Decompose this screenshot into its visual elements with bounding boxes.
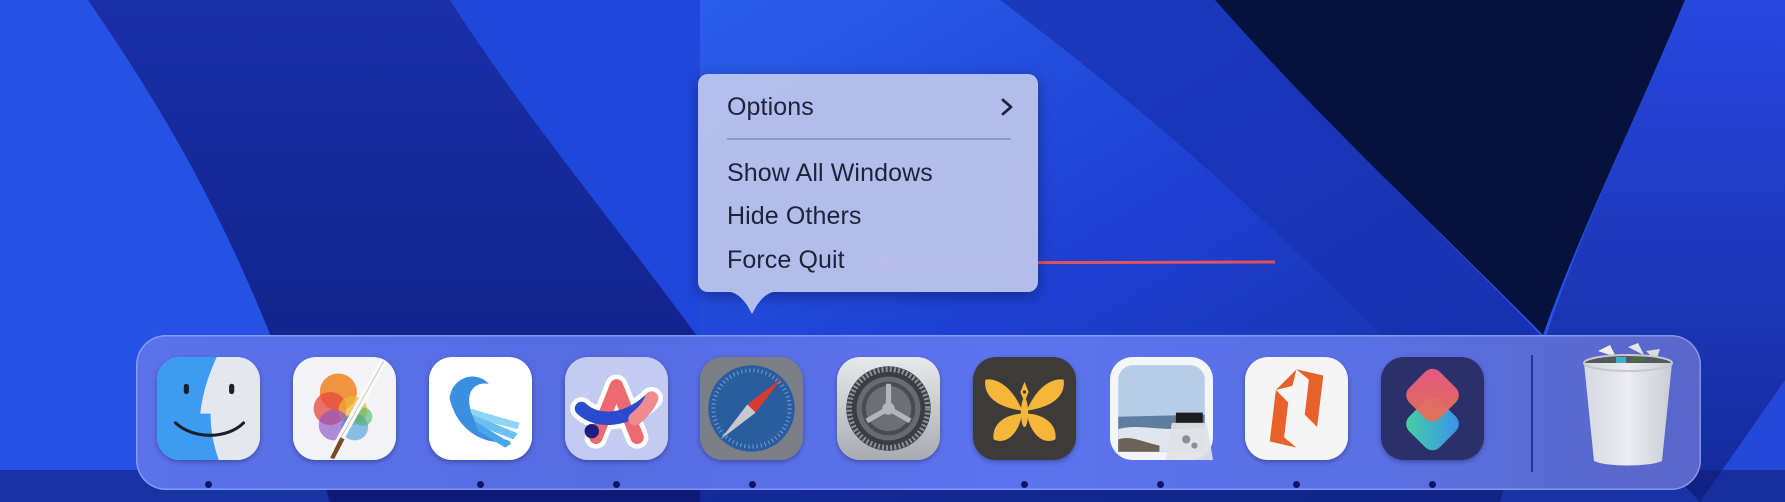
dock-app-safari[interactable]	[700, 357, 803, 460]
safari-icon	[700, 357, 803, 460]
dock-app-preview[interactable]	[1110, 357, 1213, 460]
dock-app-pixelmator-pro[interactable]	[293, 357, 396, 460]
running-indicator	[205, 481, 212, 488]
preview-icon	[1110, 357, 1213, 460]
trash-full-icon	[1583, 343, 1673, 466]
shortcuts-icon	[1381, 357, 1484, 460]
pixelmator-pro-icon	[293, 357, 396, 460]
dock-context-menu: Options Show All Windows Hide Others For…	[698, 74, 1038, 292]
dock-app-system-settings[interactable]	[837, 357, 940, 460]
menu-item-label: Hide Others	[727, 201, 862, 230]
running-indicator	[1293, 481, 1300, 488]
nitro-pdf-icon	[1245, 357, 1348, 460]
running-indicator	[613, 481, 620, 488]
running-indicator	[477, 481, 484, 488]
menu-item-label: Force Quit	[727, 245, 845, 274]
running-indicator	[1157, 481, 1164, 488]
dock-app-nitro-pdf[interactable]	[1245, 357, 1348, 460]
menu-item-show-all-windows[interactable]: Show All Windows	[727, 154, 1018, 192]
dock-app-arc[interactable]	[565, 357, 668, 460]
menu-separator	[727, 138, 1011, 140]
system-settings-icon	[837, 357, 940, 460]
ulysses-icon	[973, 357, 1076, 460]
menu-item-options[interactable]: Options	[727, 88, 1018, 126]
menu-item-label: Options	[727, 92, 814, 121]
arc-browser-icon	[565, 357, 668, 460]
finder-icon	[157, 357, 260, 460]
dock-app-finder[interactable]	[157, 357, 260, 460]
menu-item-label: Show All Windows	[727, 158, 933, 187]
dock-separator	[1531, 355, 1533, 472]
dock-trash[interactable]	[1580, 343, 1676, 467]
chevron-right-icon	[1001, 98, 1013, 116]
running-indicator	[1021, 481, 1028, 488]
menu-pointer-tail	[727, 291, 777, 314]
bird-app-icon	[429, 357, 532, 460]
dock-app-ulysses[interactable]	[973, 357, 1076, 460]
dock-app-shortcuts[interactable]	[1381, 357, 1484, 460]
dock-app-bird[interactable]	[429, 357, 532, 460]
menu-item-force-quit[interactable]: Force Quit	[727, 241, 1018, 279]
running-indicator	[1429, 481, 1436, 488]
running-indicator	[749, 481, 756, 488]
menu-item-hide-others[interactable]: Hide Others	[727, 197, 1018, 235]
